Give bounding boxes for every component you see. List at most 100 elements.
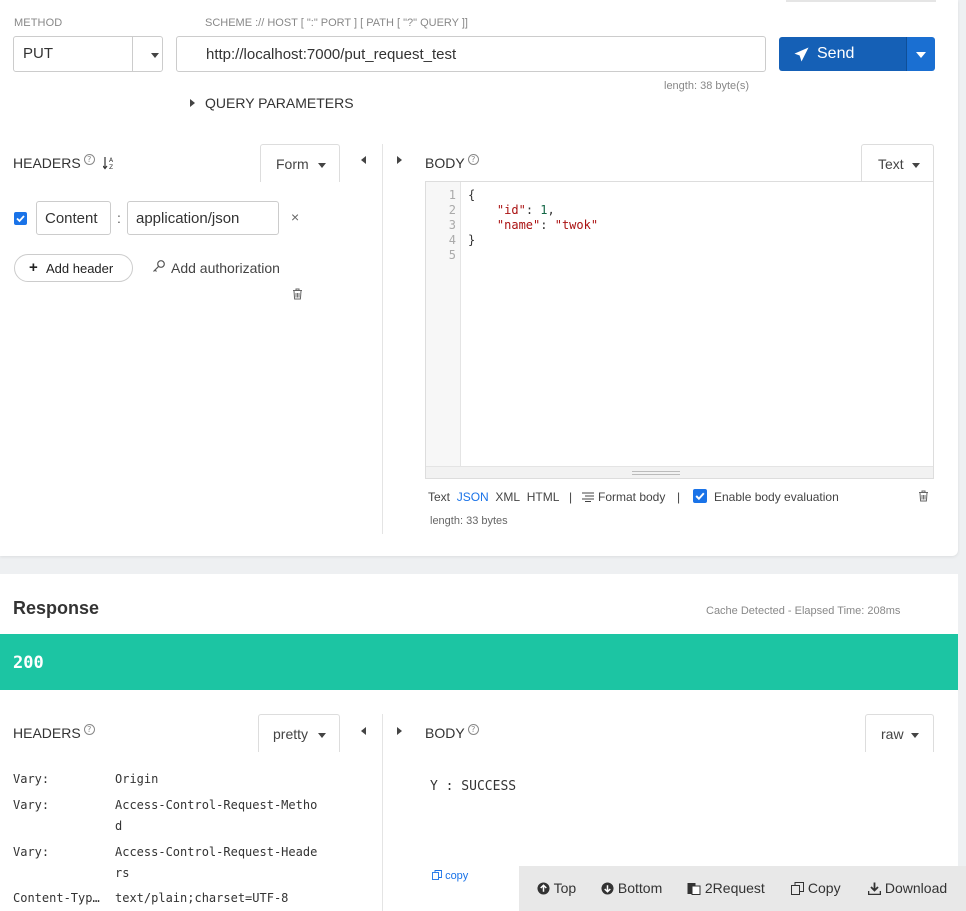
scroll-bottom-button[interactable]: Bottom <box>601 880 662 896</box>
trash-icon[interactable] <box>918 490 929 502</box>
response-header-value: d <box>115 819 123 833</box>
to-request-button[interactable]: 2Request <box>687 880 765 896</box>
copy-button[interactable]: Copy <box>791 880 841 896</box>
headers-mode-dropdown[interactable]: Form <box>260 144 340 182</box>
format-body-button[interactable]: Format body <box>582 490 668 505</box>
format-text-link[interactable]: Text <box>428 490 450 504</box>
url-length: length: 38 byte(s) <box>664 80 749 92</box>
chevron-down-icon <box>912 163 920 168</box>
cache-note: Cache Detected - Elapsed Time: 208ms <box>706 605 901 617</box>
header-name-input[interactable]: Content <box>36 201 111 235</box>
body-editor[interactable]: 1 2 3 4 5 { "id": 1, "name": "twok" } <box>425 181 934 479</box>
send-button[interactable]: Send <box>779 37 906 71</box>
response-title: Response <box>13 598 100 618</box>
collapse-left-icon[interactable] <box>361 727 366 735</box>
url-input[interactable] <box>178 38 764 70</box>
align-icon <box>582 492 594 502</box>
status-bar: 200 <box>0 634 958 690</box>
help-icon[interactable]: ? <box>83 154 95 165</box>
method-label: METHOD <box>14 17 63 29</box>
body-format-bar: Text JSON XML HTML | <box>428 490 579 504</box>
body-mode-label: Text <box>878 156 904 172</box>
method-select[interactable]: PUT <box>13 36 163 72</box>
request-body-title: BODY? <box>425 154 479 171</box>
response-headers-title: HEADERS? <box>13 724 95 741</box>
expand-right-icon[interactable] <box>397 156 402 164</box>
send-options-button[interactable] <box>906 37 935 71</box>
copy-link[interactable]: copy <box>432 870 468 882</box>
chevron-down-icon <box>318 733 326 738</box>
scroll-top-button[interactable]: Top <box>537 880 576 896</box>
download-button[interactable]: Download <box>867 880 947 896</box>
top-strip <box>786 0 936 2</box>
expand-right-icon[interactable] <box>397 727 402 735</box>
help-icon[interactable]: ? <box>467 154 479 165</box>
code-line: "id": 1, <box>496 203 555 217</box>
line-gutter: 1 2 3 4 5 <box>426 182 461 466</box>
headers-mode-label: Form <box>276 156 309 172</box>
bottom-toolbar: Top Bottom 2Request Copy Download <box>519 866 966 911</box>
response-header-value: text/plain;charset=UTF-8 <box>115 891 289 905</box>
chevron-down-icon <box>318 163 326 168</box>
trash-icon[interactable] <box>292 288 303 300</box>
response-header-value: Origin <box>115 772 159 786</box>
paper-plane-icon <box>794 47 809 62</box>
body-mode-dropdown[interactable]: Text <box>861 144 934 182</box>
query-parameters-toggle[interactable]: QUERY PARAMETERS <box>190 95 360 111</box>
remove-header-icon[interactable]: × <box>291 209 299 225</box>
format-json-link[interactable]: JSON <box>457 490 489 504</box>
chevron-down-icon <box>911 733 919 738</box>
copy-icon <box>432 870 442 880</box>
query-parameters-label: QUERY PARAMETERS <box>205 95 354 111</box>
copy-icon <box>791 882 804 895</box>
response-header-name: Content-Typ… <box>13 891 100 905</box>
download-icon <box>867 882 882 896</box>
response-body-text: Y : SUCCESS <box>430 779 517 794</box>
chevron-right-icon <box>190 99 195 107</box>
chevron-down-icon <box>151 53 159 58</box>
collapse-left-icon[interactable] <box>361 156 366 164</box>
response-header-value: rs <box>115 866 130 880</box>
response-body-mode-label: raw <box>881 726 904 742</box>
editor-resize-handle[interactable] <box>426 466 933 478</box>
request-headers-title: HEADERS? A Z <box>13 154 115 171</box>
clipboard-icon <box>687 883 701 895</box>
url-field[interactable] <box>176 36 766 72</box>
response-header-name: Vary: <box>13 772 50 786</box>
add-authorization-link[interactable]: Add authorization <box>152 259 287 277</box>
header-enabled-checkbox[interactable] <box>14 212 27 225</box>
enable-body-evaluation-checkbox[interactable] <box>693 489 707 503</box>
response-header-value: Access-Control-Request-Heade <box>115 845 318 859</box>
code-line: { <box>468 188 476 202</box>
status-code: 200 <box>13 653 44 673</box>
add-header-button[interactable]: + Add header <box>14 254 133 282</box>
arrow-up-circle-icon <box>537 882 550 895</box>
response-header-value: Access-Control-Request-Metho <box>115 798 318 812</box>
method-value: PUT <box>23 45 53 62</box>
plus-icon: + <box>29 259 38 276</box>
code-line: "name": "twok" <box>496 218 599 232</box>
format-xml-link[interactable]: XML <box>495 490 520 504</box>
help-icon[interactable]: ? <box>467 724 479 735</box>
enable-body-evaluation-label: Enable body evaluation <box>714 490 839 504</box>
response-header-name: Vary: <box>13 798 50 812</box>
response-panel <box>0 574 958 911</box>
response-body-title: BODY? <box>425 724 479 741</box>
key-icon <box>153 260 165 272</box>
code-line: } <box>468 233 476 247</box>
response-header-name: Vary: <box>13 845 50 859</box>
help-icon[interactable]: ? <box>83 724 95 735</box>
response-headers-mode-label: pretty <box>273 726 309 742</box>
format-html-link[interactable]: HTML <box>527 490 559 504</box>
chevron-down-icon <box>916 52 926 58</box>
svg-text:A: A <box>109 157 114 164</box>
scheme-label: SCHEME :// HOST [ ":" PORT ] [ PATH [ "?… <box>205 17 468 29</box>
arrow-down-circle-icon <box>601 882 614 895</box>
svg-text:Z: Z <box>109 164 113 170</box>
send-label: Send <box>817 45 855 62</box>
header-value-input[interactable]: application/json <box>127 201 279 235</box>
response-body-mode-dropdown[interactable]: raw <box>865 714 934 752</box>
response-headers-mode-dropdown[interactable]: pretty <box>258 714 340 752</box>
body-length: length: 33 bytes <box>430 515 508 527</box>
sort-alpha-icon[interactable]: A Z <box>102 156 115 171</box>
